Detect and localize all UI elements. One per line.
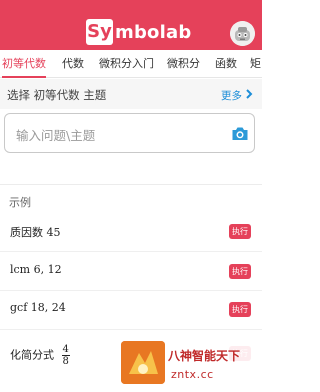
tab-precalculus[interactable]: 微积分入门 — [99, 50, 154, 78]
watermark-title: 八神智能天下 — [168, 349, 241, 363]
symbolab-logo[interactable]: Sy mbolab — [86, 19, 191, 45]
chevron-right-icon[interactable] — [244, 88, 254, 100]
row-divider — [0, 290, 262, 291]
app-header: Sy mbolab — [0, 0, 262, 50]
camera-icon[interactable] — [231, 126, 249, 141]
example-text: gcf 18, 24 — [10, 301, 66, 314]
example-row[interactable]: 质因数 45 执行 — [0, 218, 262, 248]
section-divider — [0, 184, 262, 185]
examples-title: 示例 — [9, 196, 31, 209]
watermark-logo-icon — [121, 341, 165, 384]
tab-functions[interactable]: 函数 — [215, 50, 237, 78]
tab-calculus[interactable]: 微积分 — [167, 50, 200, 78]
topic-section-bar: 选择 初等代数 主题 更多 — [0, 79, 262, 109]
row-divider — [0, 329, 262, 330]
watermark-url: zntx.cc — [171, 368, 214, 381]
tab-matrix[interactable]: 矩 — [250, 50, 261, 78]
topic-tabs: 初等代数 代数 微积分入门 微积分 函数 矩 — [0, 50, 262, 78]
section-title: 选择 初等代数 主题 — [7, 88, 107, 102]
example-text: lcm 6, 12 — [10, 263, 62, 276]
example-label: 化简分式 — [10, 348, 54, 362]
execute-button[interactable]: 执行 — [229, 302, 251, 317]
row-divider — [0, 251, 262, 252]
execute-button[interactable]: 执行 — [229, 224, 251, 239]
fraction: 4 8 — [61, 344, 70, 367]
example-row[interactable]: gcf 18, 24 执行 — [0, 295, 262, 325]
example-row[interactable]: lcm 6, 12 执行 — [0, 256, 262, 286]
search-placeholder: 输入问题\主题 — [16, 128, 96, 143]
robot-avatar-icon[interactable] — [230, 21, 255, 46]
tab-algebra[interactable]: 代数 — [62, 50, 84, 78]
fraction-denominator: 8 — [62, 356, 69, 367]
tab-elementary-algebra[interactable]: 初等代数 — [2, 50, 46, 78]
watermark: 八神智能天下 zntx.cc — [121, 341, 262, 392]
example-text: 质因数 45 — [10, 226, 61, 239]
logo-text: mbolab — [115, 21, 192, 43]
search-input[interactable]: 输入问题\主题 — [4, 113, 255, 153]
execute-button[interactable]: 执行 — [229, 264, 251, 279]
fraction-numerator: 4 — [61, 344, 70, 356]
more-link[interactable]: 更多 — [221, 88, 242, 103]
example-text: 化简分式 4 8 — [10, 344, 70, 367]
logo-box: Sy — [86, 19, 113, 45]
